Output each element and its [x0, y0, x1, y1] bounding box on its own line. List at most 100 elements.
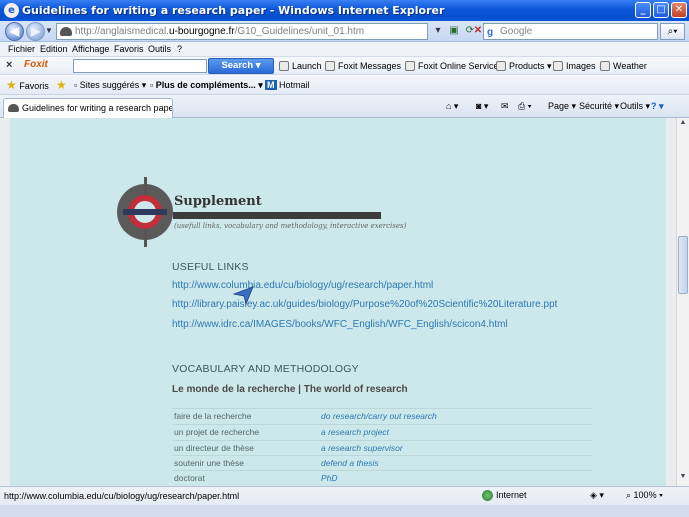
- vertical-scrollbar[interactable]: ▲ ▼: [676, 118, 689, 486]
- favorites-button[interactable]: ★ Favoris: [6, 75, 49, 96]
- page-body: Supplement (usefull links, vocabulary an…: [10, 118, 666, 486]
- mail-icon[interactable]: ✉: [501, 99, 509, 114]
- home-icon[interactable]: ⌂ ▾: [446, 99, 458, 114]
- supplement-subtitle: (usefull links, vocabulary and methodolo…: [174, 222, 407, 230]
- back-button[interactable]: ◀: [5, 22, 24, 41]
- close-toolbar-icon[interactable]: ×: [6, 59, 12, 71]
- products-icon: [496, 61, 506, 71]
- feeds-icon[interactable]: ◙ ▾: [476, 99, 488, 114]
- status-url: http://www.columbia.edu/cu/biology/ug/re…: [4, 491, 240, 501]
- close-button[interactable]: ✕: [671, 2, 687, 18]
- menu-favoris[interactable]: Favoris: [114, 42, 144, 56]
- launch-icon: [279, 61, 289, 71]
- help-icon[interactable]: ? ▾: [651, 99, 664, 114]
- security-zone: Internet: [482, 490, 527, 502]
- foxit-images[interactable]: Images: [553, 59, 596, 73]
- vocab-french: faire de la recherche: [174, 411, 252, 421]
- vocab-french: un directeur de thèse: [174, 443, 254, 453]
- security-menu-label: Sécurité: [579, 101, 613, 111]
- link-idrc[interactable]: http://www.idrc.ca/IMAGES/books/WFC_Engl…: [172, 319, 508, 330]
- favorites-bar: ★ Favoris ★ ▫ Sites suggérés ▾ ▫ Plus de…: [0, 75, 689, 95]
- foxit-search-input[interactable]: [73, 59, 207, 73]
- zoom-label: 100%: [633, 490, 657, 500]
- window-title: Guidelines for writing a research paper …: [22, 4, 445, 17]
- foxit-logo[interactable]: Foxit: [24, 59, 48, 70]
- url-prefix: http://anglaismedical.: [75, 26, 169, 37]
- vocabulary-subheading: Le monde de la recherche | The world of …: [172, 384, 408, 395]
- search-placeholder: Google: [500, 26, 533, 37]
- address-dropdown-icon[interactable]: ▾: [430, 23, 446, 40]
- status-bar-lower: [0, 505, 689, 517]
- link-columbia[interactable]: http://www.columbia.edu/cu/biology/ug/re…: [172, 280, 433, 291]
- vocabulary-heading: VOCABULARY AND METHODOLOGY: [172, 363, 359, 375]
- recent-pages-dropdown-icon[interactable]: ▼: [45, 26, 53, 35]
- vocab-french: doctorat: [174, 473, 205, 483]
- print-icon[interactable]: ⎙ ▾: [518, 99, 531, 114]
- tab-favicon-icon: [8, 104, 19, 112]
- address-input[interactable]: http://anglaismedical.u-bourgogne.fr/G10…: [56, 23, 428, 40]
- foxit-launch[interactable]: Launch: [279, 59, 322, 73]
- search-input[interactable]: g Google: [483, 23, 658, 40]
- supplement-divider: [173, 212, 381, 219]
- security-menu[interactable]: Sécurité ▾: [579, 99, 619, 114]
- foxit-search-button[interactable]: Search ▾: [208, 58, 274, 74]
- star-icon: ★: [6, 78, 17, 92]
- tab-guidelines[interactable]: Guidelines for writing a research paper: [3, 98, 173, 118]
- vocab-english: PhD: [321, 473, 338, 483]
- supplement-title: Supplement: [174, 194, 262, 209]
- images-label: Images: [566, 61, 596, 71]
- protected-mode-icon[interactable]: ◈ ▾: [590, 490, 604, 501]
- url-path: /G10_Guidelines/unit_01.htm: [234, 26, 365, 37]
- scroll-up-icon[interactable]: ▲: [678, 119, 688, 130]
- forward-button[interactable]: ▶: [26, 22, 45, 41]
- menu-fichier[interactable]: Fichier: [8, 42, 35, 56]
- title-bar: e Guidelines for writing a research pape…: [0, 0, 689, 21]
- link-paisley[interactable]: http://library.paisley.ac.uk/guides/biol…: [172, 299, 557, 310]
- page-menu[interactable]: Page ▾: [548, 99, 576, 114]
- status-bar: http://www.columbia.edu/cu/biology/ug/re…: [0, 486, 689, 517]
- hotmail-link[interactable]: M Hotmail: [265, 75, 310, 95]
- zoom-control[interactable]: ⌕ 100% ▾: [626, 490, 663, 501]
- online-services-label: Foxit Online Services: [418, 61, 504, 71]
- tab-row: Guidelines for writing a research paper …: [0, 95, 689, 118]
- add-favorite-icon[interactable]: ★: [56, 75, 67, 96]
- menu-outils[interactable]: Outils: [148, 42, 171, 56]
- weather-label: Weather: [613, 61, 647, 71]
- maximize-button[interactable]: □: [653, 2, 669, 18]
- suggested-sites[interactable]: ▫ Sites suggérés ▾: [74, 75, 146, 95]
- tools-menu[interactable]: Outils ▾: [620, 99, 650, 114]
- foxit-online-services[interactable]: Foxit Online Services: [405, 59, 503, 73]
- foxit-toolbar: × Foxit Search ▾ Launch Foxit Messages F…: [0, 56, 689, 75]
- favorites-label: Favoris: [19, 81, 49, 91]
- scrollbar-thumb[interactable]: [678, 236, 688, 294]
- foxit-weather[interactable]: Weather: [600, 59, 647, 73]
- vocab-row: un directeur de thèse a research supervi…: [172, 440, 592, 456]
- foxit-messages[interactable]: Foxit Messages: [325, 59, 401, 73]
- magnifier-icon: ⌕▾: [667, 26, 678, 37]
- weather-icon: [600, 61, 610, 71]
- compatibility-view-icon[interactable]: ▣: [446, 23, 462, 40]
- foxit-products[interactable]: Products ▾: [496, 59, 552, 73]
- search-label: Search: [221, 60, 254, 71]
- vocab-row: doctorat PhD: [172, 470, 592, 486]
- tools-menu-label: Outils: [620, 101, 644, 111]
- vocab-french: soutenir une thèse: [174, 458, 244, 468]
- zone-label: Internet: [496, 490, 527, 500]
- search-go-button[interactable]: ⌕▾: [660, 23, 685, 40]
- tab-label: Guidelines for writing a research paper: [22, 103, 173, 113]
- minimize-button[interactable]: _: [635, 2, 651, 18]
- page-favicon-icon: [60, 27, 72, 36]
- menu-edition[interactable]: Edition: [40, 42, 68, 56]
- menu-affichage[interactable]: Affichage: [72, 42, 109, 56]
- supplement-emblem-icon: [117, 177, 173, 247]
- url-host: u-bourgogne.fr: [168, 26, 235, 37]
- vocab-english: defend a thesis: [321, 458, 379, 468]
- vocab-french: un projet de recherche: [174, 427, 260, 437]
- vocab-row: soutenir une thèse defend a thesis: [172, 455, 592, 471]
- hotmail-label: Hotmail: [279, 80, 310, 90]
- scroll-down-icon[interactable]: ▼: [678, 473, 688, 484]
- more-addons[interactable]: ▫ Plus de compléments... ▾: [150, 75, 263, 95]
- suggested-sites-label: Sites suggérés: [79, 80, 140, 90]
- menu-help[interactable]: ?: [177, 42, 182, 56]
- mouse-cursor-icon: [233, 286, 254, 305]
